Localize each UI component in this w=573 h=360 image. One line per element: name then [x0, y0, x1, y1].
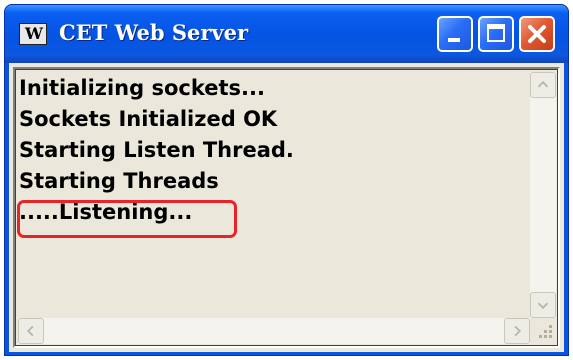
scroll-right-arrow-icon	[514, 325, 522, 337]
app-icon[interactable]: W	[19, 23, 47, 45]
close-button[interactable]	[519, 16, 555, 52]
scroll-up-button[interactable]	[530, 72, 556, 98]
title-bar[interactable]: W CET Web Server	[5, 5, 568, 63]
log-line: Sockets Initialized OK	[19, 107, 278, 131]
minimize-icon	[448, 38, 460, 42]
log-line: Initializing sockets...	[19, 76, 265, 100]
maximize-icon	[487, 24, 505, 42]
scroll-up-arrow-icon	[537, 80, 549, 88]
log-line: Starting Listen Thread.	[19, 138, 294, 162]
vertical-scrollbar[interactable]	[530, 72, 556, 318]
highlight-box	[17, 200, 237, 238]
scroll-right-button[interactable]	[504, 318, 530, 344]
scroll-down-button[interactable]	[530, 292, 556, 318]
scroll-left-button[interactable]	[18, 318, 44, 344]
window-client-area: Initializing sockets... Sockets Initiali…	[9, 63, 564, 352]
horizontal-scrollbar[interactable]	[18, 318, 530, 344]
scroll-down-arrow-icon	[537, 302, 549, 310]
maximize-button[interactable]	[478, 16, 514, 52]
app-window: W CET Web Server Initializing sockets...…	[4, 4, 569, 356]
log-line: Starting Threads	[19, 169, 219, 193]
scroll-left-arrow-icon	[26, 325, 34, 337]
console-output[interactable]: Initializing sockets... Sockets Initiali…	[13, 67, 560, 348]
window-title: CET Web Server	[59, 20, 249, 45]
minimize-button[interactable]	[437, 16, 473, 52]
resize-grip-icon[interactable]	[530, 318, 556, 344]
close-icon	[528, 25, 546, 43]
